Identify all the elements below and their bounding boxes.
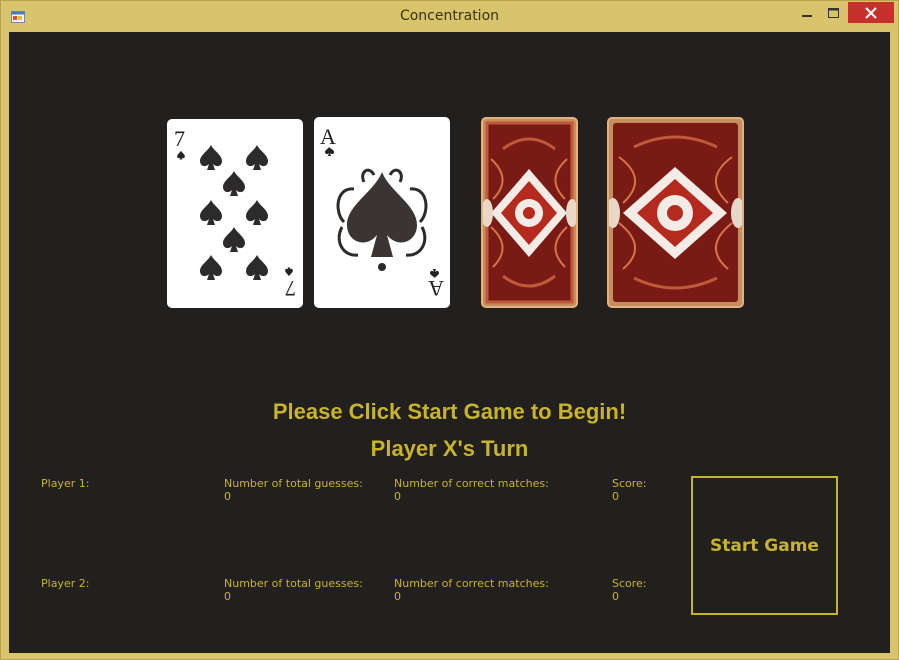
player2-label: Player 2: (41, 577, 90, 590)
player2-matches-label: Number of correct matches: (394, 577, 549, 590)
player1-label: Player 1: (41, 477, 90, 490)
player2-score-value: 0 (612, 590, 619, 603)
player1-matches-value: 0 (394, 490, 401, 503)
player1-matches-label: Number of correct matches: (394, 477, 549, 490)
player2-matches-value: 0 (394, 590, 401, 603)
player1-guesses-label: Number of total guesses: (224, 477, 363, 490)
start-game-label: Start Game (710, 535, 819, 556)
ace-of-spades-icon: A A (320, 124, 444, 301)
card-back-pattern-icon (483, 121, 576, 304)
minimize-icon (802, 14, 812, 17)
player2-guesses-value: 0 (224, 590, 231, 603)
card-back-4[interactable] (607, 117, 744, 308)
minimize-button[interactable] (794, 2, 820, 23)
card-ace-of-spades[interactable]: A A (314, 117, 450, 308)
svg-text:A: A (428, 276, 444, 301)
instruction-message: Please Click Start Game to Begin! (272, 399, 627, 424)
close-button[interactable] (848, 2, 894, 23)
svg-text:7: 7 (174, 126, 185, 151)
svg-text:7: 7 (285, 276, 296, 301)
maximize-button[interactable] (820, 2, 846, 23)
card-back-pattern-icon (609, 123, 742, 302)
turn-indicator: Player X's Turn (370, 436, 529, 461)
window-title: Concentration (399, 8, 500, 24)
game-area: 7 7 A A Please Click Start Game to Begin… (9, 32, 890, 653)
start-game-button[interactable]: Start Game (691, 476, 838, 615)
card-seven-of-spades[interactable]: 7 7 (167, 119, 303, 308)
player1-score-value: 0 (612, 490, 619, 503)
seven-of-spades-icon: 7 7 (174, 126, 296, 301)
app-window: Concentration 7 7 A A Please Click Start… (0, 0, 899, 660)
player1-score-label: Score: (612, 477, 647, 490)
card-back-3[interactable] (481, 117, 578, 308)
title-bar[interactable]: Concentration (1, 1, 898, 32)
maximize-icon (827, 7, 839, 18)
player2-guesses-label: Number of total guesses: (224, 577, 363, 590)
close-icon (865, 6, 877, 19)
player1-guesses-value: 0 (224, 490, 231, 503)
player2-score-label: Score: (612, 577, 647, 590)
svg-text:A: A (320, 124, 336, 149)
